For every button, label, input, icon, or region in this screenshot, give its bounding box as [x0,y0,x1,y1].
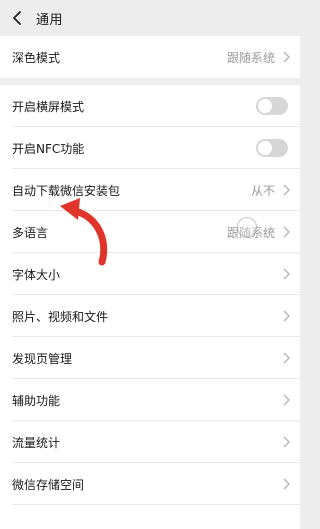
row-label: 多语言 [12,225,49,240]
settings-row-partial [0,505,300,529]
chevron-right-icon [281,310,291,322]
row-value: 从不 [250,183,275,198]
chevron-right-icon [281,436,291,448]
settings-row-landscape: 开启横屏模式 [0,85,300,127]
settings-row-storage[interactable]: 微信存储空间 [0,463,300,505]
chevron-right-icon [281,352,291,364]
settings-row-discover[interactable]: 发现页管理 [0,337,300,379]
row-label: 自动下载微信安装包 [12,183,121,198]
settings-row-accessibility[interactable]: 辅助功能 [0,379,300,421]
curved-arrow-icon [60,198,108,266]
touch-indicator [237,217,257,237]
settings-row-media[interactable]: 照片、视频和文件 [0,295,300,337]
row-label: 照片、视频和文件 [12,309,109,324]
settings-row-data-usage[interactable]: 流量统计 [0,421,300,463]
row-label: 微信存储空间 [12,477,85,492]
row-label: 深色模式 [12,50,61,65]
row-label: 字体大小 [12,267,61,282]
row-label: 流量统计 [12,435,61,450]
chevron-right-icon [281,184,291,196]
settings-row-dark-mode[interactable]: 深色模式 跟随系统 [0,36,300,78]
row-label: 开启NFC功能 [12,141,85,156]
landscape-toggle[interactable] [256,97,288,115]
chevron-left-icon[interactable] [10,11,24,25]
chevron-right-icon [281,478,291,490]
chevron-right-icon [281,51,291,63]
chevron-right-icon [281,394,291,406]
nfc-toggle[interactable] [256,139,288,157]
row-value: 跟随系统 [226,50,275,65]
settings-row-font-size[interactable]: 字体大小 [0,253,300,295]
toggle-knob [258,99,272,113]
row-label: 开启横屏模式 [12,99,85,114]
top-bar: 通用 [0,0,300,36]
chevron-right-icon [281,226,291,238]
chevron-right-icon [281,268,291,280]
page-title: 通用 [36,12,64,28]
row-label: 辅助功能 [12,393,61,408]
settings-row-auto-download[interactable]: 自动下载微信安装包 从不 [0,169,300,211]
row-label: 发现页管理 [12,351,73,366]
settings-row-nfc: 开启NFC功能 [0,127,300,169]
toggle-knob [258,141,272,155]
